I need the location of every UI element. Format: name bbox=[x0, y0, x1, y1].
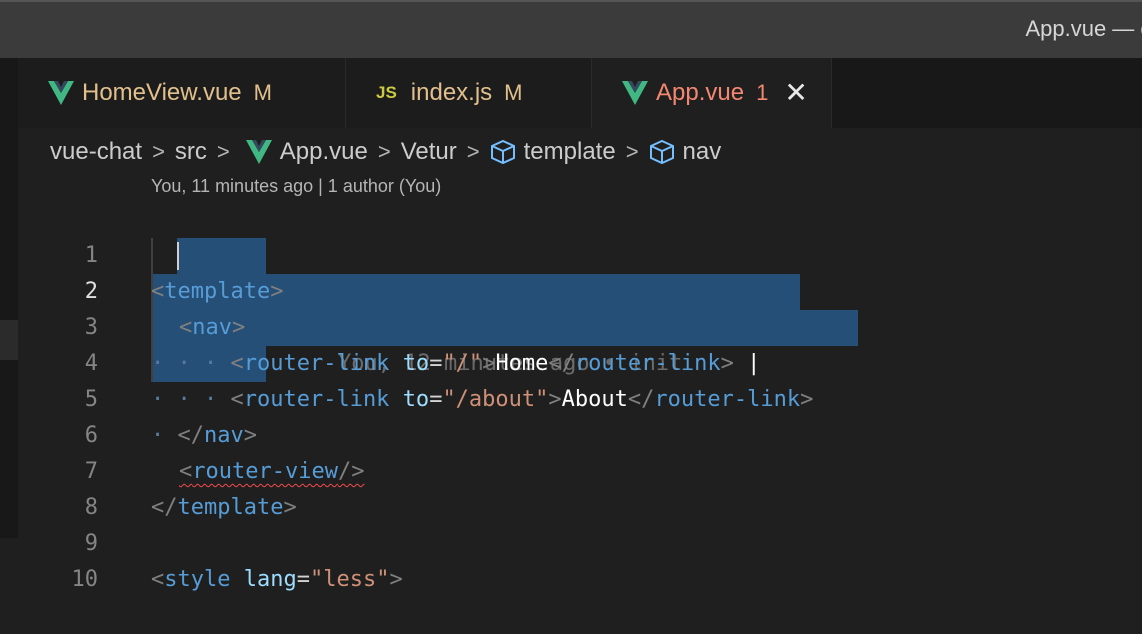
vue-icon bbox=[622, 81, 648, 105]
code-line: 1 <template> bbox=[0, 202, 1142, 304]
breadcrumb-item-template[interactable]: template bbox=[524, 138, 616, 166]
code-editor[interactable]: 1 <template> 2 <nav> You, 12 minutes ago… bbox=[0, 200, 1142, 592]
code-line: 4 · · · <router-link to="/about">About</… bbox=[0, 310, 1142, 412]
codelens-authors[interactable]: You, 11 minutes ago | 1 author (You) bbox=[151, 176, 441, 197]
code-line: 9 <style lang="less"> bbox=[0, 490, 1142, 592]
code-line: 5 · </nav> bbox=[0, 346, 1142, 448]
line-content: <style lang="less"> bbox=[151, 567, 403, 592]
vue-icon bbox=[48, 81, 74, 105]
breadcrumb-separator: > bbox=[466, 139, 480, 164]
tab-app-vue[interactable]: App.vue 1 ✕ bbox=[592, 58, 832, 128]
tab-homeview[interactable]: HomeView.vue M bbox=[18, 58, 346, 128]
code-line: 10 bbox=[0, 526, 1142, 592]
tab-label: HomeView.vue bbox=[82, 79, 242, 106]
tab-index-js[interactable]: JS index.js M bbox=[346, 58, 592, 128]
breadcrumb-item-src[interactable]: src bbox=[175, 138, 207, 166]
breadcrumb-separator: > bbox=[625, 139, 639, 164]
line-number: 10 bbox=[71, 567, 99, 592]
symbol-cube-icon bbox=[649, 139, 674, 165]
code-line: 3 · · · <router-link to="/">Home</router… bbox=[0, 274, 1142, 376]
vue-icon bbox=[245, 140, 272, 164]
code-line: 7 </template> bbox=[0, 418, 1142, 520]
tab-label: App.vue bbox=[656, 79, 745, 106]
window-title: App.vue — chat bbox=[1025, 16, 1142, 41]
modified-badge: M bbox=[253, 80, 272, 105]
breadcrumb: vue-chat > src > App.vue > Vetur > templ… bbox=[50, 134, 721, 170]
text-cursor bbox=[177, 242, 179, 270]
problems-badge: 1 bbox=[756, 80, 769, 105]
breadcrumb-item-app-vue[interactable]: App.vue bbox=[280, 138, 368, 166]
modified-badge: M bbox=[504, 80, 523, 105]
code-line: 6 <router-view/> bbox=[0, 382, 1142, 484]
breadcrumb-item-vetur[interactable]: Vetur bbox=[401, 138, 457, 166]
editor-tabs: HomeView.vue M JS index.js M App.vue 1 ✕ bbox=[18, 58, 1142, 128]
tab-label: index.js bbox=[410, 79, 493, 106]
js-icon: JS bbox=[376, 83, 397, 102]
breadcrumb-item-vue-chat[interactable]: vue-chat bbox=[50, 138, 142, 166]
breadcrumb-separator: > bbox=[152, 139, 165, 164]
breadcrumb-separator: > bbox=[377, 139, 391, 164]
code-line: 8 bbox=[0, 454, 1142, 520]
breadcrumb-item-nav[interactable]: nav bbox=[683, 138, 722, 166]
symbol-cube-icon bbox=[490, 139, 515, 165]
code-line: 2 <nav> You, 12 minutes ago • init bbox=[0, 238, 1142, 376]
title-bar: App.vue — chat bbox=[0, 0, 1142, 58]
close-icon[interactable]: ✕ bbox=[784, 79, 807, 107]
breadcrumb-separator: > bbox=[216, 139, 230, 164]
